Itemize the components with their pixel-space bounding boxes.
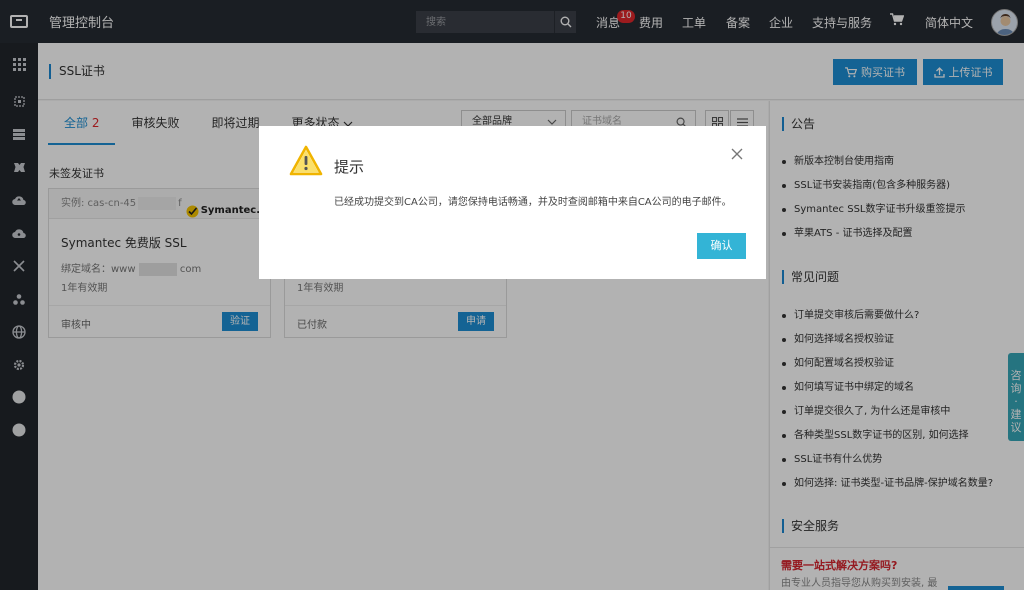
close-icon[interactable]	[729, 146, 745, 162]
modal-overlay[interactable]	[0, 0, 1024, 590]
dialog-title: 提示	[334, 158, 365, 176]
notice-dialog: 提示 已经成功提交到CA公司，请您保持电话畅通，并及时查阅邮箱中来自CA公司的电…	[259, 126, 766, 279]
warning-icon	[289, 145, 323, 179]
confirm-button[interactable]: 确认	[697, 233, 746, 259]
dialog-message: 已经成功提交到CA公司，请您保持电话畅通，并及时查阅邮箱中来自CA公司的电子邮件…	[334, 197, 732, 208]
